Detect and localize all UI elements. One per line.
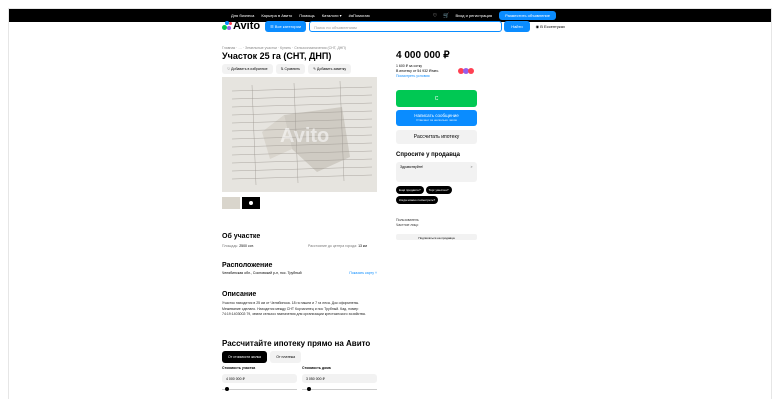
- area-label: Площадь:: [222, 244, 239, 248]
- distance-row: Расстояние до центра города: 13 км: [308, 244, 367, 248]
- compare-button[interactable]: ⇅ Сравнить: [275, 64, 306, 74]
- tab-by-payment[interactable]: От платежа: [270, 351, 302, 363]
- seller-info: Пользователь Частное лицо: [396, 218, 419, 228]
- calc-labels: Стоимость участка Стоимость дома: [222, 366, 382, 370]
- login-link[interactable]: Вход и регистрация: [455, 13, 492, 18]
- address-text: Челябинская обл., Сосновский р-н, пос. Т…: [222, 271, 302, 275]
- ask-seller-title: Спросите у продавца: [396, 152, 460, 158]
- region-selector[interactable]: ◉ В Ессентуках: [536, 24, 565, 29]
- mortgage-title: Рассчитайте ипотеку прямо на Авито: [222, 339, 371, 348]
- subscribe-seller-button[interactable]: Подписаться на продавца: [396, 234, 477, 240]
- price: 4 000 000 ₽: [396, 50, 450, 61]
- thumbnail-photo[interactable]: [222, 197, 240, 209]
- chip-still-selling[interactable]: Ещё продаёте?: [396, 186, 424, 194]
- plot-cost-label: Стоимость участка: [222, 366, 256, 370]
- play-icon: [249, 201, 253, 205]
- logo-text: Avito: [233, 20, 261, 32]
- all-categories-button[interactable]: ☰ Все категории: [265, 20, 307, 32]
- description-title: Описание: [222, 291, 257, 298]
- main-photo[interactable]: Avito: [222, 77, 377, 192]
- price-per-sotka: 1 600 ₽ за сотку: [396, 64, 423, 68]
- avito-logo[interactable]: Avito: [222, 20, 260, 32]
- search-input[interactable]: Поиск по объявлениям: [309, 20, 503, 32]
- thumbnail-video[interactable]: [242, 197, 260, 209]
- distance-value: 13 км: [358, 244, 367, 248]
- bank-badge-icon: [468, 68, 474, 74]
- quick-questions: Ещё продаёте? Торг уместен? Когда можно …: [396, 186, 480, 206]
- plot-slider-track: [222, 388, 297, 390]
- bank-badges: [458, 68, 474, 74]
- house-cost-label: Стоимость дома: [302, 366, 331, 370]
- chip-bargain[interactable]: Торг уместен?: [425, 186, 452, 194]
- mortgage-conditions-link[interactable]: Посмотреть условия: [396, 74, 429, 78]
- topbar-link-career[interactable]: Карьера в Авито: [261, 13, 292, 18]
- seller-kind: Частное лицо: [396, 223, 419, 227]
- add-note-button[interactable]: ✎ Добавить заметку: [308, 64, 352, 74]
- calc-sliders: [222, 387, 382, 391]
- show-map-link[interactable]: Показать карту ˅: [349, 271, 377, 275]
- house-slider-track: [302, 388, 377, 390]
- plot-cost-input[interactable]: 4 000 000 ₽: [222, 374, 297, 383]
- about-title: Об участке: [222, 233, 261, 240]
- tab-by-cost[interactable]: От стоимости жилья: [222, 351, 268, 363]
- mortgage-tabs: От стоимости жилья От платежа: [222, 351, 304, 363]
- heart-icon[interactable]: ♡: [433, 13, 437, 19]
- send-icon[interactable]: ➤: [470, 165, 473, 169]
- show-phone-button[interactable]: С: [396, 90, 477, 107]
- calc-inputs: 4 000 000 ₽ 3 050 000 ₽: [222, 374, 382, 383]
- address-row: Челябинская обл., Сосновский р-н, пос. Т…: [222, 271, 377, 275]
- avito-logo-icon: [222, 21, 232, 31]
- browser-page: Для бизнеса Карьера в Авито Помощь Катал…: [8, 8, 772, 399]
- calc-mortgage-button[interactable]: Рассчитать ипотеку: [396, 130, 477, 144]
- cart-icon[interactable]: 🛒: [443, 13, 449, 19]
- description-text: Участок находится в 25 км от Челябинска.…: [222, 301, 366, 316]
- house-cost-input[interactable]: 3 050 000 ₽: [302, 374, 377, 383]
- plot-cost-slider[interactable]: [225, 387, 229, 391]
- write-message-button[interactable]: Написать сообщение Отвечает за несколько…: [396, 110, 477, 126]
- area-row: Площадь: 2500 сот.: [222, 244, 254, 248]
- ask-seller-input[interactable]: Здравствуйте! ➤: [396, 162, 477, 182]
- breadcrumb[interactable]: Главная · … · Земельные участки · Купить…: [222, 46, 346, 50]
- write-message-sub: Отвечает за несколько часов: [416, 118, 457, 122]
- listing-actions: ♡ Добавить в избранное ⇅ Сравнить ✎ Доба…: [222, 64, 354, 74]
- chip-when-view[interactable]: Когда можно посмотреть?: [396, 196, 439, 204]
- region-label: В Ессентуках: [540, 23, 565, 29]
- topbar-link-help[interactable]: Помощь: [299, 13, 314, 18]
- photo-thumbnails: [222, 197, 262, 209]
- topbar-link-catalogs[interactable]: Каталоги ▾: [322, 13, 342, 18]
- photo-watermark: Avito: [280, 125, 330, 147]
- distance-label: Расстояние до центра города:: [308, 244, 358, 248]
- mortgage-line: В ипотеку от 54 932 ₽/мес.: [396, 69, 440, 73]
- find-button[interactable]: Найти: [504, 20, 530, 32]
- site-header: Avito ☰ Все категории Поиск по объявлени…: [222, 19, 565, 33]
- page-title: Участок 25 га (СНТ, ДНП): [222, 51, 332, 61]
- house-cost-slider[interactable]: [306, 387, 311, 391]
- location-title: Расположение: [222, 262, 273, 269]
- area-value: 2500 сот.: [239, 244, 254, 248]
- topbar-link-ipomogayu[interactable]: #яПомогаю: [349, 13, 370, 18]
- topbar-link-business[interactable]: Для бизнеса: [231, 13, 254, 18]
- ask-seller-text: Здравствуйте!: [400, 165, 424, 169]
- add-favorite-button[interactable]: ♡ Добавить в избранное: [222, 64, 273, 74]
